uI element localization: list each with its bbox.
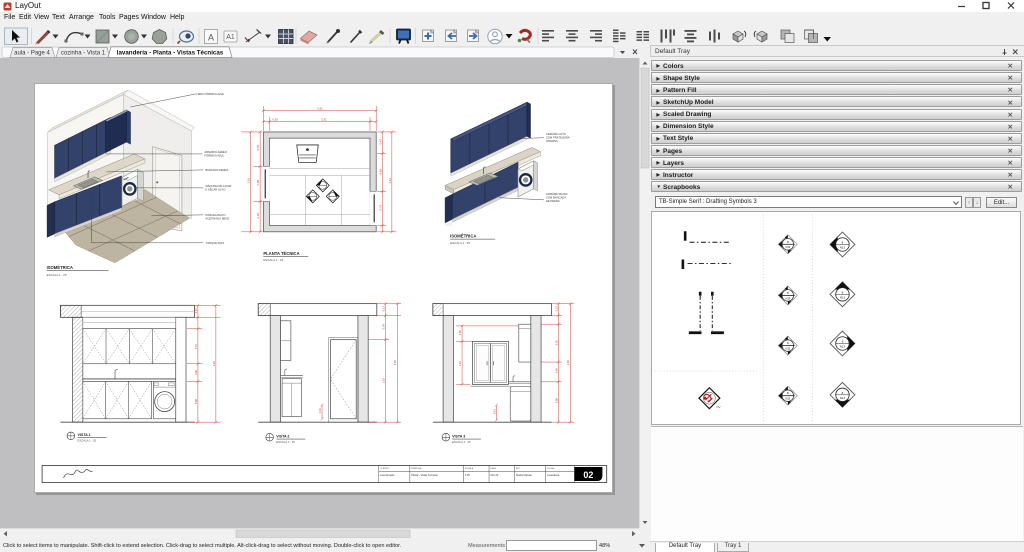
- svg-text:BANCADA PEDRA: BANCADA PEDRA: [205, 168, 228, 172]
- svg-text:0.50: 0.50: [554, 368, 558, 374]
- svg-text:VISTA 3: VISTA 3: [452, 434, 465, 438]
- svg-text:ARMÁRIO BAIXO: ARMÁRIO BAIXO: [546, 192, 568, 196]
- svg-text:COM PRATELEIRA: COM PRATELEIRA: [546, 135, 570, 139]
- svg-text:aula - Page 4: aula - Page 4: [14, 51, 50, 57]
- svg-text:MÁQUINA DE LAVAR: MÁQUINA DE LAVAR: [205, 184, 231, 188]
- svg-text:0.48: 0.48: [194, 370, 198, 376]
- svg-text:2.16: 2.16: [566, 360, 570, 366]
- svg-text:PORCELANATO: PORCELANATO: [205, 213, 225, 217]
- svg-text:1:25: 1:25: [465, 474, 470, 477]
- svg-text:A: A: [208, 33, 214, 43]
- svg-text:FOLHA: FOLHA: [547, 467, 555, 470]
- svg-text:VISTA 2: VISTA 2: [276, 434, 289, 438]
- svg-text:PRANCHA: PRANCHA: [411, 467, 422, 470]
- svg-text:0.12: 0.12: [194, 308, 198, 314]
- svg-text:ESCALA 1 : 25: ESCALA 1 : 25: [47, 273, 67, 277]
- svg-text:02: 02: [583, 470, 593, 480]
- svg-text:0.30: 0.30: [272, 117, 278, 121]
- svg-text:lavanderia - Planta - Vistas T: lavanderia - Planta - Vistas Técnicas: [117, 50, 224, 57]
- svg-text:cozinha - Vista 1: cozinha - Vista 1: [61, 51, 106, 57]
- svg-text:ESCALA 1 : 25: ESCALA 1 : 25: [263, 258, 283, 262]
- svg-text:ARMÁRIO ALTO: ARMÁRIO ALTO: [546, 132, 566, 136]
- svg-text:0.75: 0.75: [256, 145, 260, 151]
- svg-text:TANQUE INOX: TANQUE INOX: [206, 241, 225, 245]
- svg-text:ACETINADO BEGE: ACETINADO BEGE: [205, 216, 229, 220]
- svg-text:2.16: 2.16: [388, 178, 392, 184]
- svg-text:Laís Almeida: Laís Almeida: [380, 474, 395, 477]
- svg-text:0.83: 0.83: [378, 169, 382, 175]
- svg-text:ESCALA 1 : 25: ESCALA 1 : 25: [450, 241, 470, 245]
- svg-text:DE PEDRA: DE PEDRA: [546, 199, 560, 203]
- svg-text:NV: NV: [716, 405, 720, 409]
- svg-text:0.60: 0.60: [458, 330, 462, 336]
- svg-text:0.10: 0.10: [318, 408, 322, 414]
- svg-text:COM BANCADA: COM BANCADA: [546, 195, 566, 199]
- svg-text:MDF FÓRMICA AZUL: MDF FÓRMICA AZUL: [198, 91, 225, 96]
- svg-text:2.16: 2.16: [247, 178, 251, 184]
- svg-text:2.61: 2.61: [317, 106, 323, 110]
- svg-text:0.95: 0.95: [554, 340, 558, 346]
- svg-text:0.47: 0.47: [378, 139, 382, 145]
- svg-text:0.12: 0.12: [381, 306, 385, 312]
- svg-text:ESCALA 1 : 25: ESCALA 1 : 25: [276, 440, 295, 444]
- svg-text:0.74: 0.74: [378, 204, 382, 210]
- svg-text:INTERNA: INTERNA: [546, 139, 558, 143]
- svg-text:2.16: 2.16: [212, 361, 216, 367]
- svg-text:Planta - Vistas Técnicas: Planta - Vistas Técnicas: [411, 474, 438, 477]
- svg-text:0.98: 0.98: [256, 180, 260, 186]
- svg-text:PLANTA TÉCNICA: PLANTA TÉCNICA: [263, 251, 299, 256]
- svg-text:ARMÁRIO AÉREO: ARMÁRIO AÉREO: [204, 149, 227, 154]
- svg-text:ESCALA: ESCALA: [465, 467, 474, 470]
- svg-text:1.10: 1.10: [458, 361, 462, 367]
- svg-text:2.31: 2.31: [321, 117, 327, 121]
- svg-text:0.24: 0.24: [381, 324, 385, 330]
- svg-text:2.10: 2.10: [381, 378, 385, 384]
- svg-text:0.62: 0.62: [256, 212, 260, 218]
- svg-text:0.15: 0.15: [492, 409, 496, 415]
- svg-text:0.86: 0.86: [194, 399, 198, 405]
- svg-text:Nov 20: Nov 20: [490, 474, 498, 477]
- svg-text:2.16: 2.16: [393, 360, 397, 366]
- svg-text:Lavanderia: Lavanderia: [547, 474, 560, 477]
- svg-text:0.12: 0.12: [554, 306, 558, 312]
- svg-text:0.70: 0.70: [194, 344, 198, 350]
- svg-text:ISOMÉTRICA: ISOMÉTRICA: [450, 233, 476, 238]
- svg-text:DATA: DATA: [490, 467, 496, 470]
- svg-text:ESCALA 1 : 25: ESCALA 1 : 25: [78, 438, 97, 442]
- svg-text:ISOMÉTRICA: ISOMÉTRICA: [47, 265, 73, 270]
- svg-text:0.86: 0.86: [554, 398, 558, 404]
- svg-text:VISTA 1: VISTA 1: [78, 433, 91, 437]
- svg-text:ESCALA 1 : 25: ESCALA 1 : 25: [452, 440, 471, 444]
- svg-text:A1: A1: [226, 34, 235, 41]
- svg-text:AUT.: AUT.: [516, 467, 521, 470]
- svg-text:E SECAR 10 KG: E SECAR 10 KG: [205, 187, 225, 191]
- svg-text:CLIENTE: CLIENTE: [380, 468, 389, 470]
- svg-text:Studio Mazaki: Studio Mazaki: [516, 474, 532, 477]
